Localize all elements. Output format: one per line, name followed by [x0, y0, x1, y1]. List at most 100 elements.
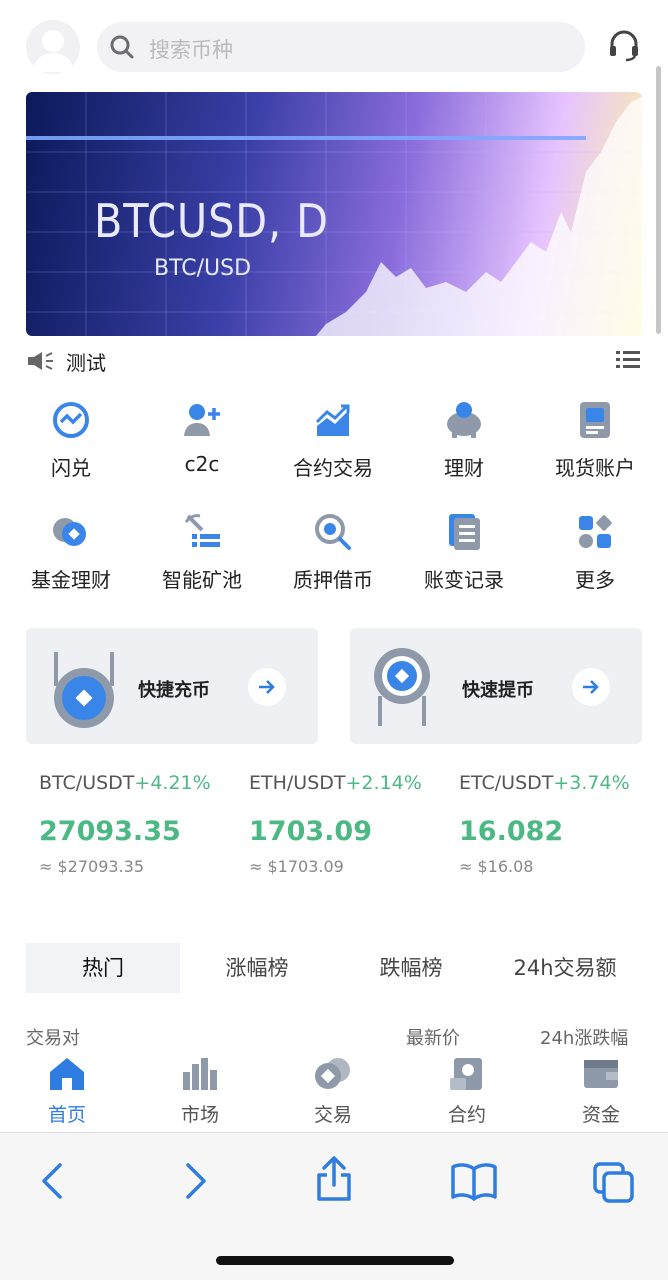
avatar[interactable]: [26, 20, 80, 74]
menu-item-mining-pool[interactable]: 智能矿池: [137, 510, 267, 593]
more-grid-icon: [530, 510, 660, 554]
home-icon: [17, 1054, 117, 1094]
withdraw-coin-icon: [368, 646, 448, 736]
quick-withdraw-card[interactable]: 快速提币: [350, 628, 642, 744]
menu-item-pledge-loan[interactable]: 质押借币: [268, 510, 398, 593]
pledge-search-icon: [268, 510, 398, 554]
piggy-bank-icon: [399, 398, 529, 442]
top-bar: 搜索币种: [0, 0, 668, 90]
column-header-change: 24h涨跌幅: [540, 1028, 629, 1049]
ticker-change: +3.74%: [553, 772, 630, 794]
announcement-text: 测试: [66, 351, 106, 375]
back-icon[interactable]: [38, 1161, 66, 1205]
add-user-icon: [137, 398, 267, 442]
banner-subtitle: BTC/USD: [154, 256, 252, 281]
ticker-pair-name: ETH/USDT: [249, 772, 346, 794]
account-card-icon: [530, 398, 660, 442]
ticker-btc[interactable]: BTC/USDT+4.21% 27093.35 ≈ $27093.35: [39, 772, 249, 876]
ticker-pair: ETH/USDT+2.14%: [249, 772, 459, 794]
headset-icon[interactable]: [606, 28, 642, 68]
bottom-navigation: 首页 市场 交易 合约 资金: [0, 1048, 668, 1132]
chart-up-icon: [268, 398, 398, 442]
ticker-pair: ETC/USDT+3.74%: [459, 772, 668, 794]
menu-item-fund[interactable]: 基金理财: [6, 510, 136, 593]
nav-contract[interactable]: 合约: [417, 1054, 517, 1127]
tab-losers[interactable]: 跌幅榜: [334, 943, 488, 993]
tab-hot[interactable]: 热门: [26, 943, 180, 993]
ticker-change: +4.21%: [134, 772, 211, 794]
menu-label: 质押借币: [293, 568, 373, 592]
menu-label: 合约交易: [293, 456, 373, 480]
ticker-approx-usd: ≈ $27093.35: [39, 857, 145, 876]
menu-item-c2c[interactable]: c2c: [137, 398, 267, 476]
ticker-pair-name: BTC/USDT: [39, 772, 135, 794]
menu-label: 账变记录: [424, 568, 504, 592]
ticker-approx-usd: ≈ $1703.09: [249, 857, 344, 876]
ticker-pair: BTC/USDT+4.21%: [39, 772, 249, 794]
ticker-eth[interactable]: ETH/USDT+2.14% 1703.09 ≈ $1703.09: [249, 772, 459, 876]
forward-icon[interactable]: [182, 1161, 210, 1205]
banner-title: BTCUSD, D: [94, 194, 329, 248]
nav-market[interactable]: 市场: [150, 1054, 250, 1127]
tab-24h-volume[interactable]: 24h交易额: [488, 943, 642, 993]
quick-withdraw-label: 快速提币: [462, 680, 534, 701]
bookmarks-icon[interactable]: [450, 1161, 498, 1205]
page-scrollbar[interactable]: [656, 66, 661, 334]
market-bars-icon: [150, 1054, 250, 1094]
tabs-icon[interactable]: [592, 1161, 636, 1209]
menu-item-swap[interactable]: 闪兑: [6, 398, 136, 481]
nav-label: 资金: [581, 1104, 620, 1126]
search-icon: [109, 34, 135, 64]
ticker-price: 16.082: [459, 816, 564, 847]
market-tabs: 热门 涨幅榜 跌幅榜 24h交易额: [26, 943, 642, 993]
nav-label: 首页: [47, 1104, 86, 1126]
column-header-price: 最新价: [406, 1028, 460, 1049]
menu-label: c2c: [184, 452, 220, 476]
share-icon[interactable]: [314, 1155, 354, 1207]
menu-item-contract-trade[interactable]: 合约交易: [268, 398, 398, 481]
column-header-pair: 交易对: [26, 1028, 80, 1049]
ticker-etc[interactable]: ETC/USDT+3.74% 16.082 ≈ $16.08: [459, 772, 668, 876]
user-silhouette-icon: [32, 30, 74, 72]
search-bar[interactable]: 搜索币种: [97, 22, 585, 72]
search-placeholder: 搜索币种: [149, 38, 233, 62]
fund-coins-icon: [6, 510, 136, 554]
announcement-bar[interactable]: 测试: [26, 346, 642, 376]
swap-icon: [6, 398, 136, 442]
ticker-approx-usd: ≈ $16.08: [459, 857, 534, 876]
quick-deposit-label: 快捷充币: [138, 680, 210, 701]
menu-label: 现货账户: [555, 456, 635, 480]
home-indicator: [216, 1256, 454, 1265]
nav-funds[interactable]: 资金: [551, 1054, 651, 1127]
menu-label: 更多: [575, 568, 615, 592]
trade-coins-icon: [283, 1054, 383, 1094]
nav-trade[interactable]: 交易: [283, 1054, 383, 1127]
menu-label: 基金理财: [31, 568, 111, 592]
nav-label: 市场: [180, 1104, 219, 1126]
menu-label: 理财: [444, 456, 484, 480]
wallet-icon: [551, 1054, 651, 1094]
list-icon[interactable]: [616, 349, 640, 375]
nav-label: 合约: [447, 1104, 486, 1126]
menu-item-spot-account[interactable]: 现货账户: [530, 398, 660, 481]
menu-item-finance[interactable]: 理财: [399, 398, 529, 481]
menu-label: 闪兑: [51, 456, 91, 480]
ticker-pair-name: ETC/USDT: [459, 772, 554, 794]
tab-gainers[interactable]: 涨幅榜: [180, 943, 334, 993]
menu-item-records[interactable]: 账变记录: [399, 510, 529, 593]
arrow-right-icon[interactable]: [248, 668, 286, 706]
nav-home[interactable]: 首页: [17, 1054, 117, 1127]
ticker-change: +2.14%: [345, 772, 422, 794]
quick-deposit-card[interactable]: 快捷充币: [26, 628, 318, 744]
ticker-price: 1703.09: [249, 816, 372, 847]
menu-label: 智能矿池: [162, 568, 242, 592]
deposit-coin-icon: [44, 646, 124, 736]
contract-icon: [417, 1054, 517, 1094]
speaker-icon: [26, 349, 54, 377]
menu-item-more[interactable]: 更多: [530, 510, 660, 593]
ticker-price: 27093.35: [39, 816, 181, 847]
nav-label: 交易: [313, 1104, 352, 1126]
arrow-right-icon[interactable]: [572, 668, 610, 706]
promo-banner[interactable]: BTCUSD, D BTC/USD: [26, 92, 642, 336]
records-icon: [399, 510, 529, 554]
